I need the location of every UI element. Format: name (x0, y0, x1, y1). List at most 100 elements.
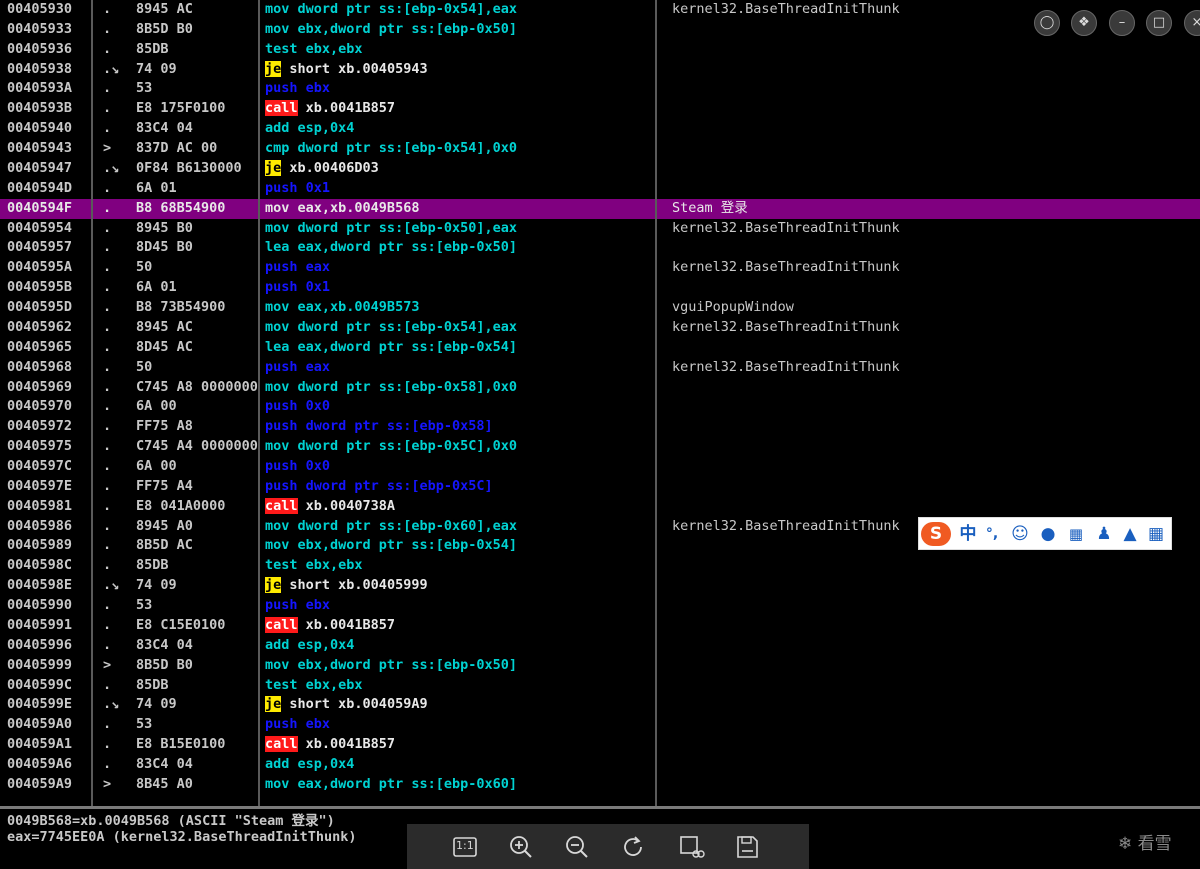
instruction-row[interactable]: 0040597E. FF75 A4 push dword ptr ss:[ebp-0… (0, 477, 1200, 497)
save-icon (737, 836, 758, 858)
instruction-row[interactable]: 00405990. 53 push ebx (0, 596, 1200, 616)
mic-icon[interactable]: ● (1037, 522, 1059, 546)
ime-mode-toggle[interactable]: 中 (957, 522, 979, 546)
hex-bytes-cell: E8 041A0000 (136, 497, 226, 514)
disassembly-cell: push ebx (265, 715, 655, 735)
sogou-logo-icon[interactable]: S (921, 522, 951, 546)
ime-punct-toggle[interactable]: °, (981, 522, 1003, 546)
instruction-row[interactable]: 004059A9 >8B45 A0 mov eax,dword ptr ss:[eb… (0, 775, 1200, 795)
hex-bytes-cell: 53 (136, 80, 153, 97)
snowflake-icon: ❄ (1118, 834, 1133, 854)
mnemonic: add (265, 636, 290, 653)
jump-marker: . (103, 557, 112, 574)
operands: dword ptr ss:[ebp-0x60],eax (297, 517, 517, 534)
operands: 0x1 (305, 179, 331, 196)
jump-marker: .↘ (103, 60, 120, 77)
instruction-row[interactable]: 004059A6. 83C4 04 add esp,0x4 (0, 755, 1200, 775)
instruction-row[interactable]: 0040599C. 85DB test ebx,ebx (0, 676, 1200, 696)
instruction-row[interactable]: 00405999 >8B5D B0 mov ebx,dword ptr ss:[eb… (0, 656, 1200, 676)
hex-bytes-cell: 74 09 (136, 60, 177, 77)
grid-icon[interactable]: ▦ (1145, 522, 1167, 546)
instruction-row[interactable]: 00405930. 8945 AC mov dword ptr ss:[ebp-0x… (0, 0, 1200, 20)
address-cell: 00405930 (7, 1, 73, 17)
emoji-icon[interactable]: ☺ (1009, 522, 1031, 546)
user-icon[interactable]: ♟ (1093, 522, 1115, 546)
instruction-row[interactable]: 0040597C. 6A 00 push 0x0 (0, 457, 1200, 477)
operands: ebx,ebx (305, 40, 363, 57)
selected-instruction-row[interactable]: 0040594F. B8 68B54900 mov eax,xb.0049B568 S… (0, 198, 1200, 219)
address-cell: 00405968 (7, 358, 73, 375)
instruction-row[interactable]: 00405991. E8 C15E0100 call xb.0041B857 (0, 616, 1200, 636)
instruction-row[interactable]: 00405975. C745 A4 00000000 mov dword ptr s… (0, 437, 1200, 457)
operands: xb.00406D03 (289, 159, 379, 176)
maximize-button[interactable]: □ (1146, 10, 1172, 36)
skin-button[interactable]: ❖ (1071, 10, 1097, 36)
operands: xb.0041B857 (305, 736, 396, 753)
jump-marker: . (103, 716, 112, 733)
instruction-row[interactable]: 00405965. 8D45 AC lea eax,dword ptr ss:[eb… (0, 338, 1200, 358)
hex-bytes-cell: 83C4 04 (136, 636, 193, 653)
mnemonic: test (265, 557, 298, 574)
instruction-row[interactable]: 00405962. 8945 AC mov dword ptr ss:[ebp-0x… (0, 318, 1200, 338)
instruction-row[interactable]: 0040593B. E8 175F0100 call xb.0041B857 (0, 99, 1200, 119)
disassembly-cell: push 0x1 (265, 179, 655, 199)
operands: dword ptr ss:[ebp-0x58],0x0 (297, 378, 517, 395)
save-button[interactable] (733, 833, 761, 861)
rotate-button[interactable] (619, 833, 647, 861)
mnemonic: mov (265, 1, 290, 17)
disassembly-cell: je short xb.00405999 (265, 576, 655, 596)
actual-size-button[interactable]: 1:1 (451, 833, 479, 861)
jump-marker: . (103, 299, 112, 316)
keyboard-icon[interactable]: ▦ (1065, 522, 1087, 546)
instruction-row[interactable]: 0040599E .↘ 74 09 je short xb.004059A9 (0, 695, 1200, 715)
instruction-row[interactable]: 00405933. 8B5D B0 mov ebx,dword ptr ss:[eb… (0, 20, 1200, 40)
instruction-row[interactable]: 00405936. 85DB test ebx,ebx (0, 40, 1200, 60)
disassembly-cell: je short xb.004059A9 (265, 695, 655, 715)
jump-marker: . (103, 458, 112, 474)
address-cell: 0040593B (7, 100, 73, 117)
minimize-button[interactable]: – (1109, 10, 1135, 36)
instruction-row[interactable]: 00405972. FF75 A8 push dword ptr ss:[ebp-0… (0, 417, 1200, 437)
address-cell: 00405981 (7, 497, 73, 514)
instruction-row[interactable]: 00405938 .↘ 74 09 je short xb.00405943 (0, 60, 1200, 80)
mnemonic: call (265, 616, 298, 633)
maximize-icon: □ (1152, 15, 1166, 30)
instruction-row[interactable]: 00405969. C745 A8 00000000 mov dword ptr s… (0, 378, 1200, 398)
instruction-row[interactable]: 004059A1. E8 B15E0100 call xb.0041B857 (0, 735, 1200, 755)
mnemonic: push (265, 259, 298, 276)
crop-icon (680, 836, 705, 858)
instruction-row[interactable]: 00405970. 6A 00 push 0x0 (0, 397, 1200, 417)
instruction-row[interactable]: 0040598C. 85DB test ebx,ebx (0, 556, 1200, 576)
disassembly-pane[interactable]: 00405930. 8945 AC mov dword ptr ss:[ebp-0x… (0, 0, 1200, 806)
mnemonic: je (265, 696, 282, 713)
instruction-row[interactable]: 0040598E .↘ 74 09 je short xb.00405999 (0, 576, 1200, 596)
instruction-row[interactable]: 0040595A. 50 push eax kernel32.BaseThreadIn… (0, 258, 1200, 278)
jump-marker: . (103, 239, 112, 256)
hex-bytes-cell: 8B45 A0 (136, 775, 193, 792)
zoom-in-button[interactable] (507, 833, 535, 861)
operands: ebx (305, 80, 331, 97)
hex-bytes-cell: 6A 00 (136, 458, 177, 474)
chat-button[interactable]: ◯ (1034, 10, 1060, 36)
shirt-icon[interactable]: ▲ (1119, 522, 1141, 546)
instruction-row[interactable]: 00405940. 83C4 04 add esp,0x4 (0, 119, 1200, 139)
instruction-row[interactable]: 00405968. 50 push eax kernel32.BaseThreadIn… (0, 358, 1200, 378)
address-cell: 0040597C (7, 458, 73, 474)
disassembly-cell: test ebx,ebx (265, 556, 655, 576)
instruction-row[interactable]: 0040595D. B8 73B54900 mov eax,xb.0049B573 v… (0, 298, 1200, 318)
instruction-row[interactable]: 0040593A. 53 push ebx (0, 79, 1200, 99)
zoom-out-button[interactable] (563, 833, 591, 861)
instruction-row[interactable]: 0040594D. 6A 01 push 0x1 (0, 179, 1200, 199)
instruction-row[interactable]: 0040595B. 6A 01 push 0x1 (0, 278, 1200, 298)
instruction-row[interactable]: 004059A0. 53 push ebx (0, 715, 1200, 735)
instruction-row[interactable]: 00405943 >837D AC 00 cmp dword ptr ss:[ebp… (0, 139, 1200, 159)
watermark-text: 看雪 (1137, 834, 1172, 854)
instruction-row[interactable]: 00405957. 8D45 B0 lea eax,dword ptr ss:[eb… (0, 238, 1200, 258)
instruction-row[interactable]: 00405954. 8945 B0 mov dword ptr ss:[ebp-0x… (0, 219, 1200, 239)
instruction-row[interactable]: 00405947 .↘ 0F84 B6130000 je xb.00406D03 (0, 159, 1200, 179)
instruction-row[interactable]: 00405981. E8 041A0000 call xb.0040738A (0, 497, 1200, 517)
crop-button[interactable] (677, 833, 705, 861)
operands: ebx,dword ptr ss:[ebp-0x50] (297, 656, 517, 673)
instruction-row[interactable]: 00405996. 83C4 04 add esp,0x4 (0, 636, 1200, 656)
jump-marker: . (103, 378, 112, 395)
